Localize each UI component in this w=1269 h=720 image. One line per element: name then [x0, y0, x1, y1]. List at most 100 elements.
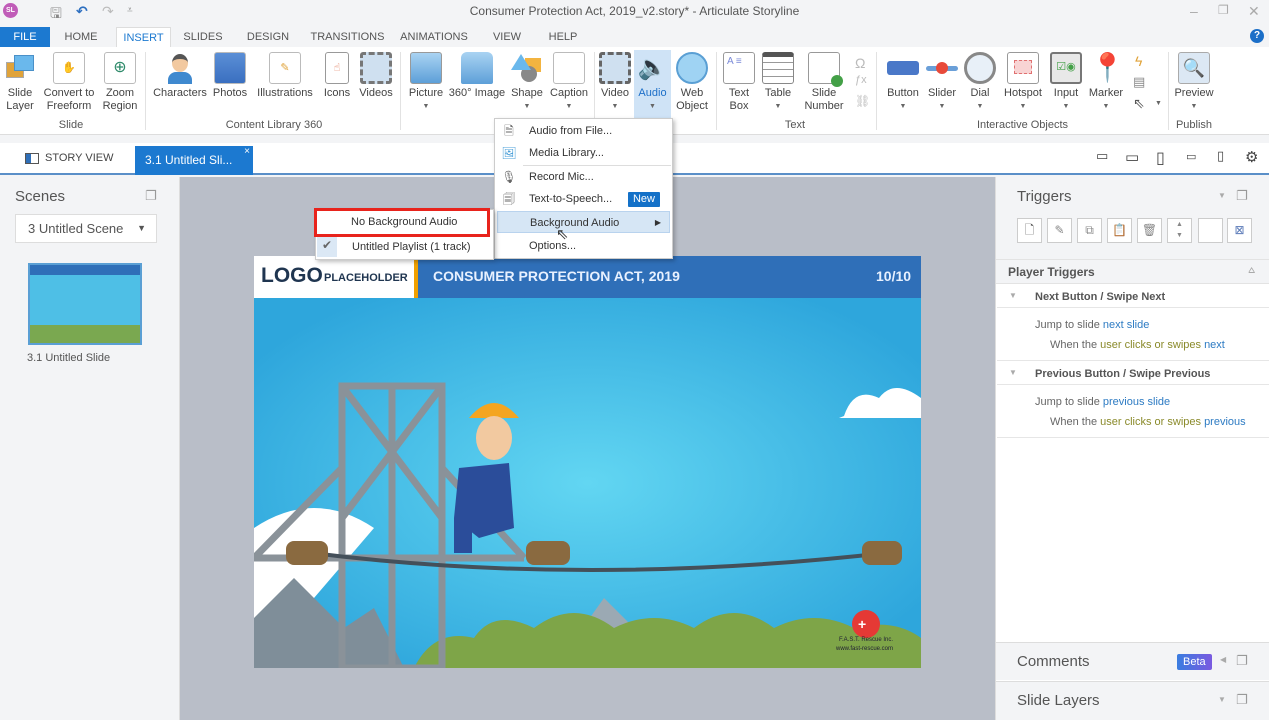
tablet-landscape-icon[interactable]: ▭ — [1125, 148, 1139, 166]
characters-button[interactable]: Characters — [152, 52, 208, 100]
gear-icon[interactable]: ⚙ — [1245, 148, 1258, 166]
help-icon[interactable]: ? — [1250, 29, 1264, 43]
minimize-icon[interactable]: – — [1190, 3, 1198, 19]
video-button[interactable]: Video ▼ — [597, 52, 633, 113]
collapse-all-icon[interactable]: ⩟ — [1248, 264, 1255, 277]
trigger-group-header[interactable]: ▼ Next Button / Swipe Next — [997, 286, 1269, 308]
tab-design[interactable]: DESIGN — [240, 27, 296, 47]
slider-button[interactable]: Slider ▼ — [924, 52, 960, 113]
slide[interactable]: LOGO PLACEHOLDER CONSUMER PROTECTION ACT… — [254, 256, 921, 668]
new-trigger-icon[interactable]: 🗋 — [1017, 218, 1042, 243]
hotspot-button[interactable]: Hotspot ▼ — [1000, 52, 1046, 113]
panel-float-icon[interactable]: ❐ — [1236, 188, 1248, 204]
cursor-icon[interactable]: ⇖ — [1133, 95, 1145, 112]
tab-transitions[interactable]: TRANSITIONS — [305, 27, 390, 47]
restore-icon[interactable]: ❐ — [1218, 3, 1229, 17]
slide-number-button[interactable]: Slide Number — [800, 52, 848, 113]
picture-button[interactable]: Picture ▼ — [406, 52, 446, 113]
preview-button[interactable]: 🔍 Preview ▼ — [1172, 52, 1216, 113]
copy-trigger-icon[interactable]: ⧉ — [1077, 218, 1102, 243]
text-box-button[interactable]: A ≡ Text Box — [722, 52, 756, 113]
tab-help[interactable]: HELP — [543, 27, 583, 47]
condition-event-link[interactable]: user clicks or swipes — [1100, 416, 1201, 428]
condition-event-link[interactable]: user clicks or swipes — [1100, 339, 1201, 351]
phone-landscape-icon[interactable]: ▭ — [1186, 150, 1196, 163]
edit-trigger-icon[interactable]: ✎ — [1047, 218, 1072, 243]
zoom-region-button[interactable]: ⊕ Zoom Region — [100, 52, 140, 113]
trigger-icon[interactable]: ϟ — [1135, 53, 1142, 69]
variables-icon[interactable]: ⊠ — [1227, 218, 1252, 243]
close-window-icon[interactable]: ✕ — [1248, 3, 1260, 20]
input-button[interactable]: ☑◉ Input ▼ — [1048, 52, 1084, 113]
marker-button[interactable]: 📍 Marker ▼ — [1086, 52, 1126, 113]
menu-item-media-library[interactable]: 🖼 Media Library... — [495, 142, 672, 164]
expand-left-icon[interactable]: ◀ — [1220, 655, 1226, 664]
label: Characters — [153, 87, 207, 99]
label: Picture — [408, 87, 444, 99]
menu-item-label: Text-to-Speech... — [529, 193, 613, 205]
menu-item-untitled-playlist[interactable]: ✔ Untitled Playlist (1 track) — [316, 236, 493, 258]
trigger-group-header[interactable]: ▼ Previous Button / Swipe Previous — [997, 363, 1269, 385]
menu-item-no-background-audio[interactable]: No Background Audio — [314, 208, 490, 237]
expand-arrow-icon[interactable]: ▼ — [1009, 368, 1017, 377]
symbol-icon[interactable]: Ω — [855, 55, 865, 71]
action-target-link[interactable]: previous slide — [1103, 396, 1170, 408]
360-image-button[interactable]: 360° Image — [448, 52, 506, 100]
shape-button[interactable]: Shape ▼ — [508, 52, 546, 113]
tab-view[interactable]: VIEW — [487, 27, 527, 47]
slide-tab[interactable]: 3.1 Untitled Sli... × — [135, 146, 253, 175]
layer-panel-icon[interactable]: ▤ — [1133, 74, 1145, 90]
photos-button[interactable]: Photos — [211, 52, 249, 100]
videos-button[interactable]: Videos — [356, 52, 396, 100]
menu-item-record-mic[interactable]: 🎙 Record Mic... — [495, 166, 672, 188]
illustrations-button[interactable]: ✎ Illustrations — [253, 52, 317, 100]
slide-layer-button[interactable]: Slide Layer — [3, 52, 37, 113]
panel-float-icon[interactable]: ❐ — [1236, 653, 1248, 669]
label: Input — [1053, 87, 1079, 99]
tab-animations[interactable]: ANIMATIONS — [395, 27, 473, 47]
condition-target-link[interactable]: next — [1204, 339, 1225, 351]
tab-insert[interactable]: INSERT — [116, 27, 171, 48]
menu-item-options[interactable]: Options... — [495, 235, 672, 257]
desktop-icon[interactable]: ▭ — [1096, 148, 1108, 164]
slide-layers-panel-header[interactable]: Slide Layers ▼ ❐ — [996, 681, 1269, 720]
dropdown-arrow[interactable]: ▼ — [1155, 100, 1162, 107]
close-tab-icon[interactable]: × — [244, 137, 250, 166]
panel-float-icon[interactable]: ❐ — [1236, 692, 1248, 708]
dial-button[interactable]: Dial ▼ — [962, 52, 998, 113]
collapse-icon[interactable]: ▼ — [1218, 695, 1226, 704]
tab-slides[interactable]: SLIDES — [178, 27, 228, 47]
convert-to-freeform-button[interactable]: ✋ Convert to Freeform — [40, 52, 98, 113]
condition-target-link[interactable]: previous — [1204, 416, 1246, 428]
web-object-button[interactable]: Web Object — [673, 52, 711, 113]
icons-button[interactable]: ☝ Icons — [320, 52, 354, 100]
scene-dropdown[interactable]: 3 Untitled Scene ▼ — [15, 214, 157, 243]
tab-home[interactable]: HOME — [55, 27, 107, 47]
equation-icon[interactable]: ƒx — [855, 74, 867, 86]
delete-trigger-icon[interactable]: 🗑 — [1137, 218, 1162, 243]
tablet-portrait-icon[interactable]: ▯ — [1156, 148, 1165, 168]
paste-trigger-icon[interactable]: 📋 — [1107, 218, 1132, 243]
slide-thumbnail[interactable] — [28, 263, 142, 345]
menu-item-background-audio[interactable]: Background Audio ▶ — [497, 211, 670, 233]
table-button[interactable]: Table ▼ — [760, 52, 796, 113]
comments-panel-header[interactable]: Comments Beta ◀ ❐ — [996, 642, 1269, 680]
expand-arrow-icon[interactable]: ▼ — [1009, 291, 1017, 300]
trigger-item[interactable]: Jump to slide previous slide When the us… — [997, 386, 1269, 438]
reference-icon[interactable]: ⛓ — [855, 94, 870, 108]
menu-item-audio-from-file[interactable]: 🗎 Audio from File... — [495, 120, 672, 142]
story-view-tab[interactable]: STORY VIEW — [25, 152, 113, 164]
panel-float-icon[interactable]: ❐ — [145, 188, 157, 204]
audio-button[interactable]: 🔈 Audio ▼ — [634, 50, 671, 118]
menu-item-text-to-speech[interactable]: 🗐 Text-to-Speech... New — [495, 188, 672, 210]
move-trigger-icon[interactable]: ▲ ▼ — [1167, 218, 1192, 243]
trigger-item[interactable]: Jump to slide next slide When the user c… — [997, 309, 1269, 361]
collapse-icon[interactable]: ▼ — [1218, 191, 1226, 200]
button-button[interactable]: Button ▼ — [882, 52, 924, 113]
tab-file[interactable]: FILE — [0, 27, 50, 47]
text-to-speech-icon: 🗐 — [503, 192, 515, 206]
phone-portrait-icon[interactable]: ▯ — [1217, 148, 1224, 164]
caption-button[interactable]: Caption ▼ — [548, 52, 590, 113]
trigger-blank-button[interactable] — [1198, 218, 1223, 243]
action-target-link[interactable]: next slide — [1103, 319, 1149, 331]
